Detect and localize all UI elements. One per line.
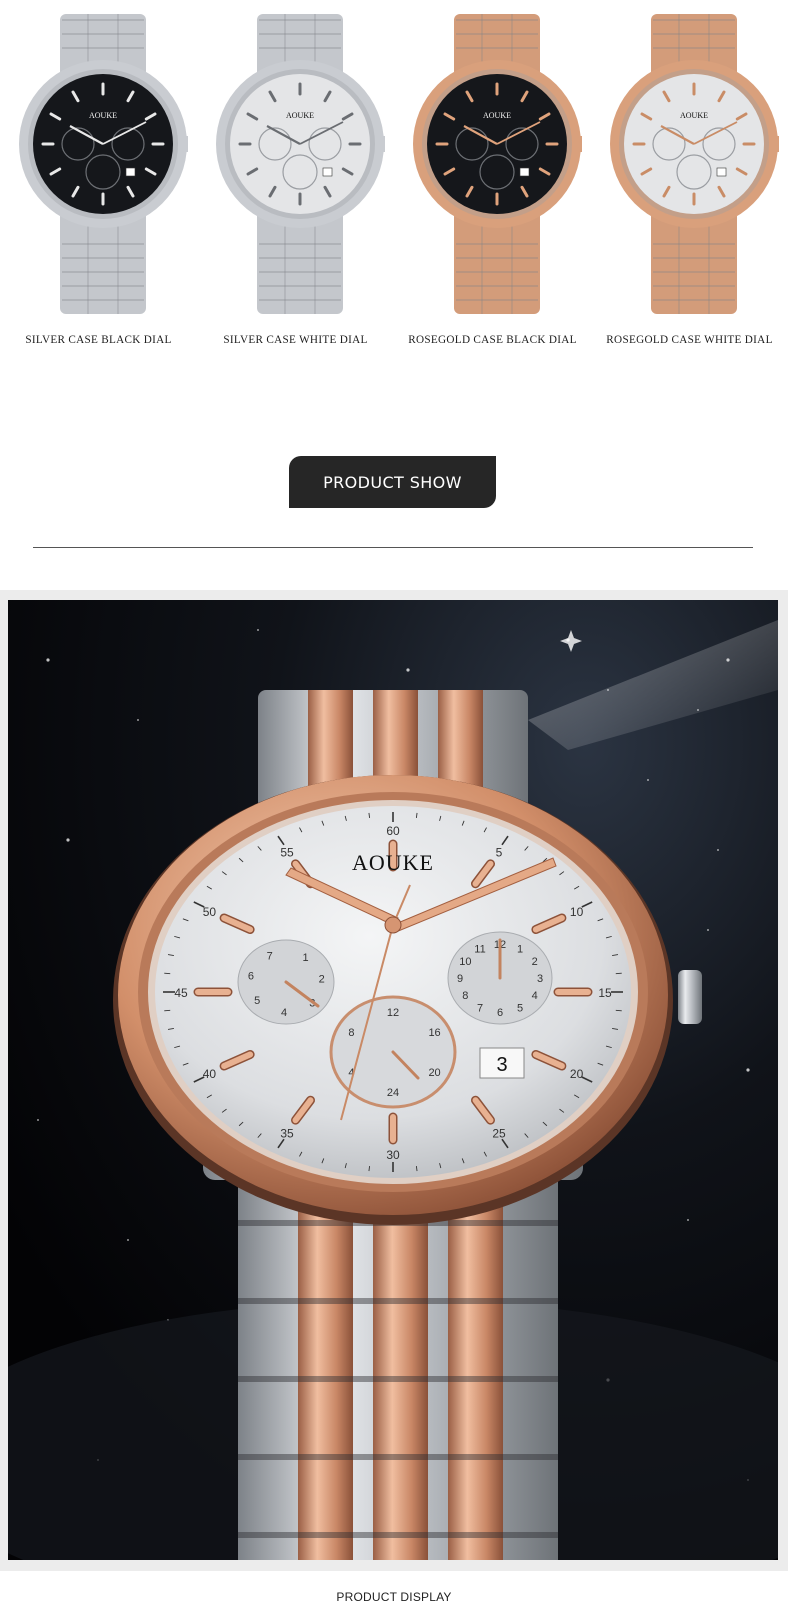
minute-number: 45 xyxy=(174,986,188,1000)
minute-number: 55 xyxy=(280,846,294,860)
product-display-panel: 60510152025303540455055 AOUKE 7654321 12… xyxy=(0,590,788,1571)
variant-caption: ROSEGOLD CASE BLACK DIAL xyxy=(408,334,577,346)
watch-image: AOUKE xyxy=(216,14,385,314)
minute-number: 15 xyxy=(598,986,612,1000)
subdial-number: 8 xyxy=(462,990,468,1002)
hero-watch-image: 60510152025303540455055 AOUKE 7654321 12… xyxy=(8,600,778,1560)
svg-text:AOUKE: AOUKE xyxy=(680,111,708,120)
subdial-number: 7 xyxy=(267,950,273,962)
watch-image: AOUKE xyxy=(610,14,779,314)
minute-number: 30 xyxy=(386,1148,400,1162)
variant-rosegold-black[interactable]: AOUKE ROSEGOLD CASE BLACK DIAL xyxy=(394,0,591,360)
minute-number: 35 xyxy=(280,1126,294,1140)
subdial-number: 6 xyxy=(497,1007,503,1019)
variant-caption: SILVER CASE WHITE DIAL xyxy=(223,334,368,346)
subdial-number: 7 xyxy=(477,1002,483,1014)
subdial-number: 2 xyxy=(532,956,538,968)
variant-silver-white[interactable]: AOUKE SILVER CASE WHITE DIAL xyxy=(197,0,394,360)
variant-caption: SILVER CASE BLACK DIAL xyxy=(25,334,172,346)
subdial-number: 11 xyxy=(474,944,485,956)
variant-caption: ROSEGOLD CASE WHITE DIAL xyxy=(606,334,773,346)
subdial-number: 10 xyxy=(459,956,471,968)
subdial-number: 4 xyxy=(281,1007,287,1019)
subdial-number: 5 xyxy=(517,1002,523,1014)
subdial-number: 16 xyxy=(428,1027,440,1039)
variant-gallery: AOUKE SILVER CASE BLACK DIAL AOUKE SILVE… xyxy=(0,0,788,360)
date-value: 3 xyxy=(496,1054,507,1076)
product-show-button[interactable]: PRODUCT SHOW xyxy=(289,456,496,508)
svg-text:AOUKE: AOUKE xyxy=(483,111,511,120)
subdial-number: 3 xyxy=(537,973,543,985)
svg-text:AOUKE: AOUKE xyxy=(286,111,314,120)
subdial-number: 5 xyxy=(254,995,260,1007)
watch-image: AOUKE xyxy=(19,14,188,314)
minute-number: 10 xyxy=(570,905,584,919)
hero-watch-illustration: 60510152025303540455055 AOUKE 7654321 12… xyxy=(8,600,778,1560)
subdial-number: 1 xyxy=(517,944,523,956)
variant-silver-black[interactable]: AOUKE SILVER CASE BLACK DIAL xyxy=(0,0,197,360)
minute-number: 25 xyxy=(492,1126,506,1140)
hero-brand-logo: AOUKE xyxy=(352,850,434,875)
minute-number: 20 xyxy=(570,1067,584,1081)
minute-number: 40 xyxy=(203,1067,217,1081)
product-display-caption: PRODUCT DISPLAY xyxy=(336,1590,452,1604)
minute-number: 5 xyxy=(496,846,503,860)
subdial-number: 4 xyxy=(532,990,538,1002)
subdial-number: 20 xyxy=(428,1067,440,1079)
variant-rosegold-white[interactable]: AOUKE ROSEGOLD CASE WHITE DIAL xyxy=(591,0,788,360)
subdial-number: 2 xyxy=(319,973,325,985)
subdial-number: 9 xyxy=(457,973,463,985)
minute-number: 50 xyxy=(203,905,217,919)
subdial-number: 6 xyxy=(248,970,254,982)
svg-text:AOUKE: AOUKE xyxy=(89,111,117,120)
subdial-number: 12 xyxy=(387,1007,399,1019)
minute-number: 60 xyxy=(386,824,400,838)
subdial-number: 1 xyxy=(303,952,309,964)
section-divider xyxy=(33,547,753,548)
subdial-number: 24 xyxy=(387,1087,399,1099)
subdial-number: 8 xyxy=(348,1027,354,1039)
watch-image: AOUKE xyxy=(413,14,582,314)
